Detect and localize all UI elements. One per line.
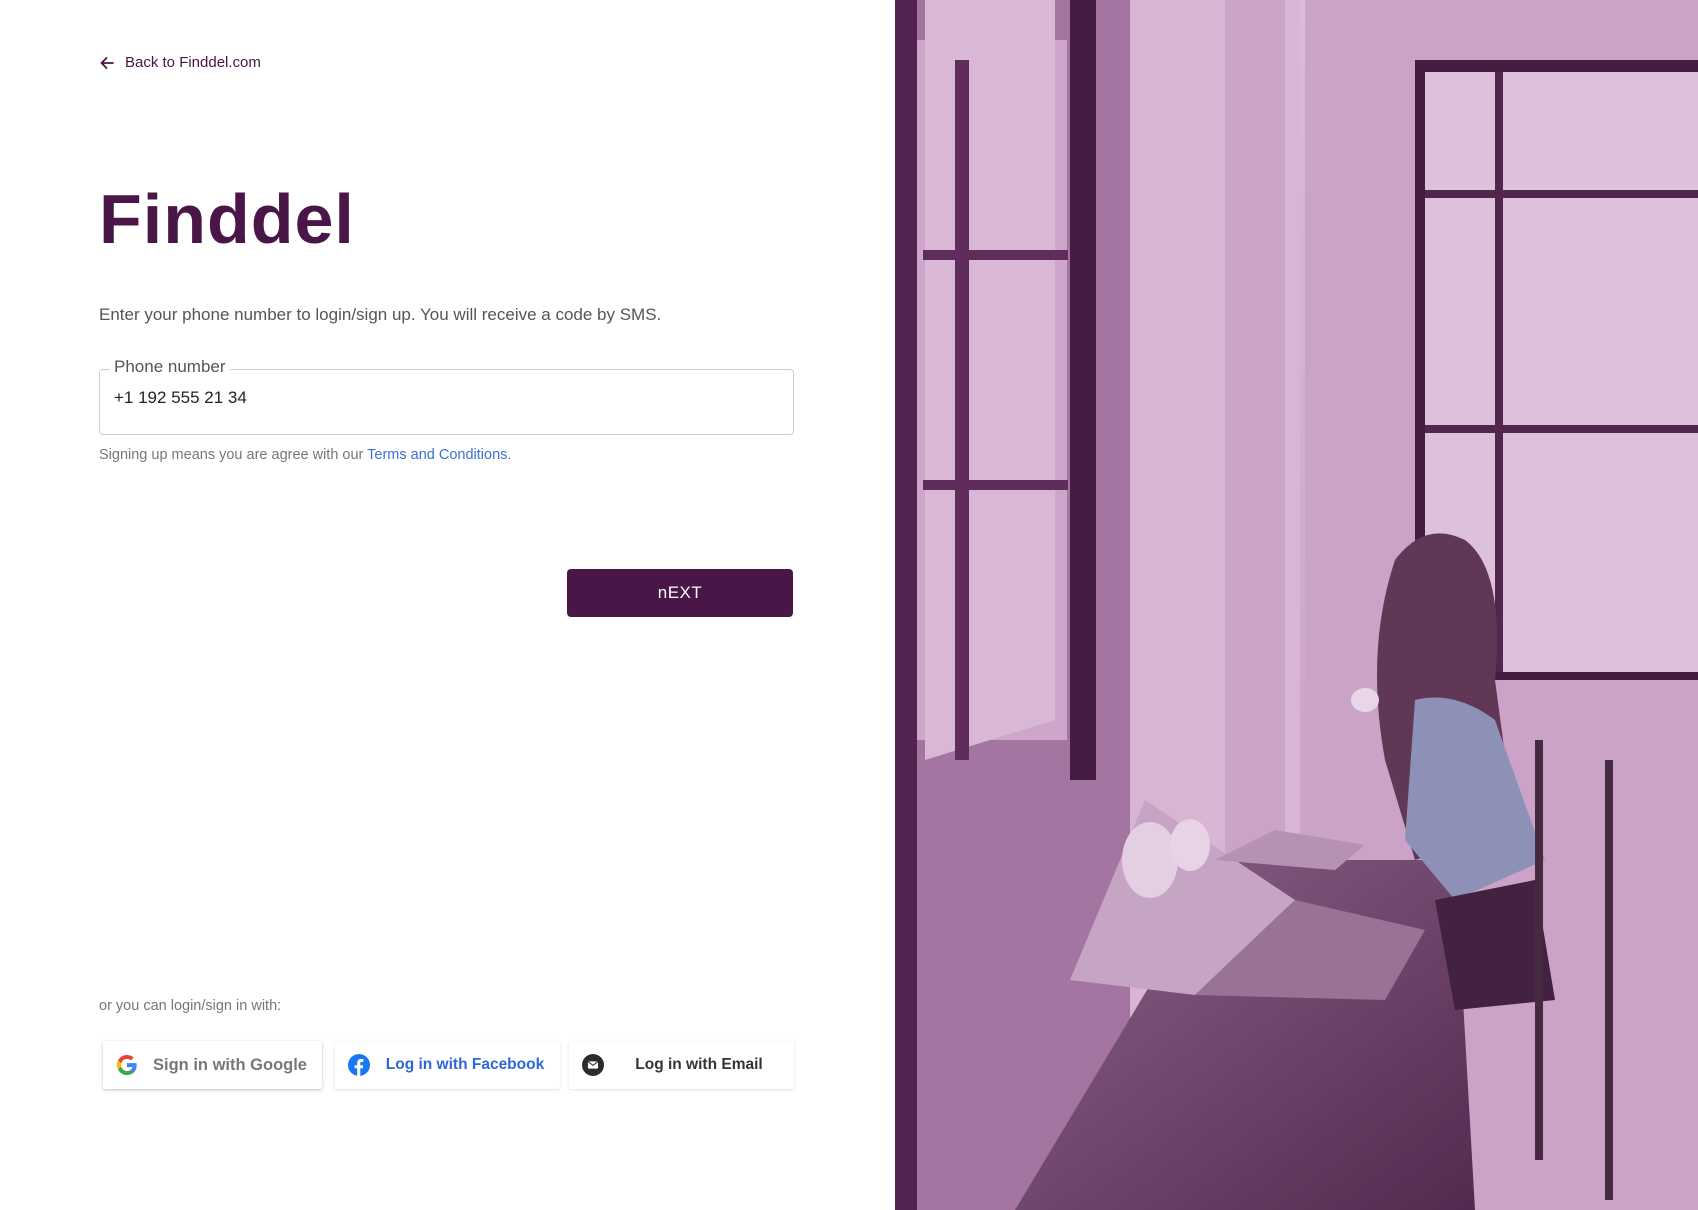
intro-text: Enter your phone number to login/sign up… [99,305,662,324]
email-icon [582,1054,604,1076]
finddel-logo: Finddel [99,188,355,250]
email-login-button[interactable]: Log in with Email [569,1041,794,1089]
phone-field-label: Phone number [110,357,230,377]
terms-link[interactable]: Terms and Conditions [367,447,507,463]
cafe-photo [895,0,1698,1210]
google-icon [116,1054,137,1076]
facebook-icon [348,1054,370,1076]
google-signin-label: Sign in with Google [153,1055,307,1074]
terms-suffix: . [507,447,512,463]
hero-photo-panel [895,0,1698,1210]
next-button[interactable]: nEXT [567,569,793,617]
email-login-label: Log in with Email [635,1056,763,1073]
arrow-left-icon [100,56,114,69]
svg-text:Finddel: Finddel [99,188,355,250]
facebook-login-button[interactable]: Log in with Facebook [335,1041,560,1089]
facebook-login-label: Log in with Facebook [385,1056,545,1073]
phone-input[interactable] [114,388,774,408]
back-link-label: Back to Finddel.com [125,54,261,71]
google-signin-button[interactable]: Sign in with Google [103,1041,322,1089]
login-panel: Back to Finddel.com Finddel Enter your p… [0,0,895,1210]
terms-text: Signing up means you are agree with our … [99,447,511,463]
terms-prefix: Signing up means you are agree with our [99,447,368,463]
phone-field: Phone number [99,357,794,435]
back-link[interactable]: Back to Finddel.com [99,54,261,71]
alt-login-label: or you can login/sign in with: [99,998,282,1014]
